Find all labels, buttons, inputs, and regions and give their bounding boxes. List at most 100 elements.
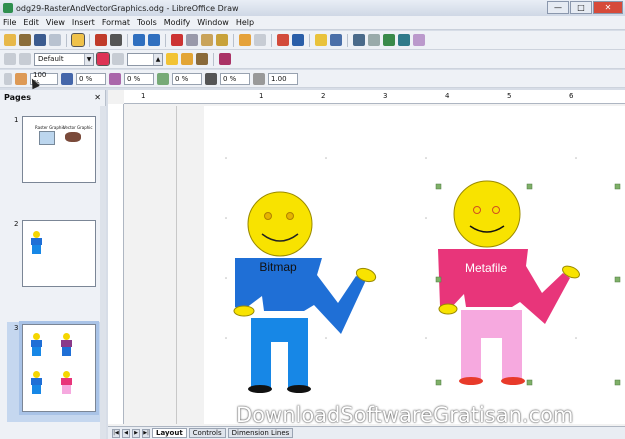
tab-layout[interactable]: Layout <box>152 428 187 438</box>
menu-window[interactable]: Window <box>197 18 229 27</box>
menu-tools[interactable]: Tools <box>137 18 157 27</box>
line-icon[interactable] <box>19 53 31 65</box>
contrast-icon[interactable] <box>205 72 217 85</box>
menu-view[interactable]: View <box>46 18 65 27</box>
menu-edit[interactable]: Edit <box>23 18 39 27</box>
spellcheck-icon[interactable] <box>133 34 145 46</box>
page-thumbnail-3[interactable] <box>19 321 99 415</box>
thumb-label: Vector Graphic <box>63 125 93 130</box>
fontwork-icon[interactable] <box>413 34 425 46</box>
area-icon[interactable] <box>96 52 110 66</box>
autospell-icon[interactable] <box>148 34 160 46</box>
style-dropdown[interactable]: Default ▼ <box>34 52 94 66</box>
brightness-icon[interactable] <box>15 72 27 85</box>
first-tab-icon[interactable]: |◀ <box>112 428 120 438</box>
ruler-tick: 5 <box>507 92 512 100</box>
bitmap-hips <box>251 318 308 342</box>
chart-icon[interactable] <box>277 34 289 46</box>
standard-toolbar <box>0 31 625 50</box>
navigator-icon[interactable] <box>315 34 327 46</box>
thumb-vector-image <box>65 132 81 142</box>
glue-points-icon[interactable] <box>383 34 395 46</box>
ruler-tick: 1 <box>141 92 146 100</box>
undo-icon[interactable] <box>239 34 251 46</box>
metafile-right-shoe <box>501 377 525 385</box>
select-arrow-icon[interactable] <box>4 53 16 65</box>
clone-formatting-icon[interactable] <box>216 34 228 46</box>
shadow-icon[interactable] <box>112 53 124 65</box>
drawing-page[interactable]: Bitmap Metafile <box>204 106 625 424</box>
copy-icon[interactable] <box>186 34 198 46</box>
export-pdf-icon[interactable] <box>95 34 107 46</box>
metafile-right-eye <box>492 206 500 214</box>
metafile-left-shoe <box>459 377 483 385</box>
horizontal-ruler: 1 1 2 3 4 5 6 <box>124 90 625 104</box>
gallery-icon[interactable] <box>398 34 410 46</box>
line-width-field[interactable]: ▲ <box>127 52 163 66</box>
gamma-icon[interactable] <box>253 72 265 85</box>
menu-format[interactable]: Format <box>102 18 130 27</box>
minimize-button[interactable]: — <box>547 1 569 14</box>
bitmap-figure[interactable]: Bitmap <box>233 191 377 393</box>
bitmap-right-shoe <box>287 385 311 393</box>
handle-icon <box>4 72 12 85</box>
metafile-right-leg <box>502 338 522 382</box>
page-thumbnail-2[interactable] <box>22 220 96 287</box>
close-pages-panel-icon[interactable]: ✕ <box>94 93 101 102</box>
print-icon[interactable] <box>110 34 122 46</box>
blue-icon[interactable] <box>157 72 169 85</box>
pages-panel-scrollbar[interactable] <box>100 106 106 439</box>
redo-icon[interactable] <box>254 34 266 46</box>
metafile-figure[interactable]: Metafile <box>438 180 581 385</box>
watermark-text: DownloadSoftwareGratisan.com <box>236 403 574 427</box>
open-icon[interactable] <box>19 34 31 46</box>
prev-tab-icon[interactable]: ◀ <box>122 428 130 438</box>
tab-dimension-lines[interactable]: Dimension Lines <box>227 428 294 438</box>
last-tab-icon[interactable]: ▶| <box>142 428 150 438</box>
ruler-tick: 2 <box>321 92 326 100</box>
save-icon[interactable] <box>34 34 46 46</box>
menu-insert[interactable]: Insert <box>72 18 95 27</box>
next-tab-icon[interactable]: ▶ <box>132 428 140 438</box>
metafile-left-eye <box>473 206 481 214</box>
image-toolbar: 100 % 0 % 0 % 0 % 0 % 1.00 <box>0 70 625 88</box>
zoom-icon[interactable] <box>330 34 342 46</box>
fill-bucket-icon[interactable] <box>166 53 178 65</box>
page-thumbnail-1[interactable]: Raster Graphic Vector Graphic <box>22 116 96 183</box>
metafile-hips <box>461 310 522 338</box>
bitmap-left-shoe <box>248 385 272 393</box>
menu-file[interactable]: File <box>3 18 16 27</box>
ruler-tick: 4 <box>445 92 450 100</box>
canvas-drawing: Bitmap Metafile <box>225 157 621 393</box>
metafile-face <box>453 180 521 248</box>
curve-icon[interactable] <box>368 34 380 46</box>
green-field[interactable]: 0 % <box>124 72 154 85</box>
gamma-field[interactable]: 1.00 <box>268 72 298 85</box>
edit-file-icon[interactable] <box>71 33 85 47</box>
menu-modify[interactable]: Modify <box>164 18 191 27</box>
thumb-label: Raster Graphic <box>35 125 65 130</box>
new-icon[interactable] <box>4 34 16 46</box>
green-icon[interactable] <box>109 72 121 85</box>
menu-help[interactable]: Help <box>236 18 254 27</box>
maximize-button[interactable]: □ <box>570 1 592 14</box>
table-icon[interactable] <box>292 34 304 46</box>
transformations-icon[interactable] <box>219 53 231 65</box>
area-style-icon[interactable] <box>196 53 208 65</box>
paste-icon[interactable] <box>201 34 213 46</box>
contrast-field[interactable]: 0 % <box>220 72 250 85</box>
3d-objects-icon[interactable] <box>353 34 365 46</box>
cut-icon[interactable] <box>171 34 183 46</box>
close-button[interactable]: ✕ <box>593 1 623 14</box>
email-icon[interactable] <box>49 34 61 46</box>
ruler-tick: 3 <box>383 92 388 100</box>
blue-field[interactable]: 0 % <box>172 72 202 85</box>
red-field[interactable]: 0 % <box>76 72 106 85</box>
red-icon[interactable] <box>61 72 73 85</box>
line-color-icon[interactable] <box>181 53 193 65</box>
libreoffice-draw-icon <box>3 3 13 13</box>
style-value: Default <box>38 55 64 63</box>
drawing-work-area: 1 1 2 3 4 5 6 Bitmap Metafile <box>108 90 625 439</box>
page-number: 2 <box>14 220 19 228</box>
tab-controls[interactable]: Controls <box>188 428 226 438</box>
